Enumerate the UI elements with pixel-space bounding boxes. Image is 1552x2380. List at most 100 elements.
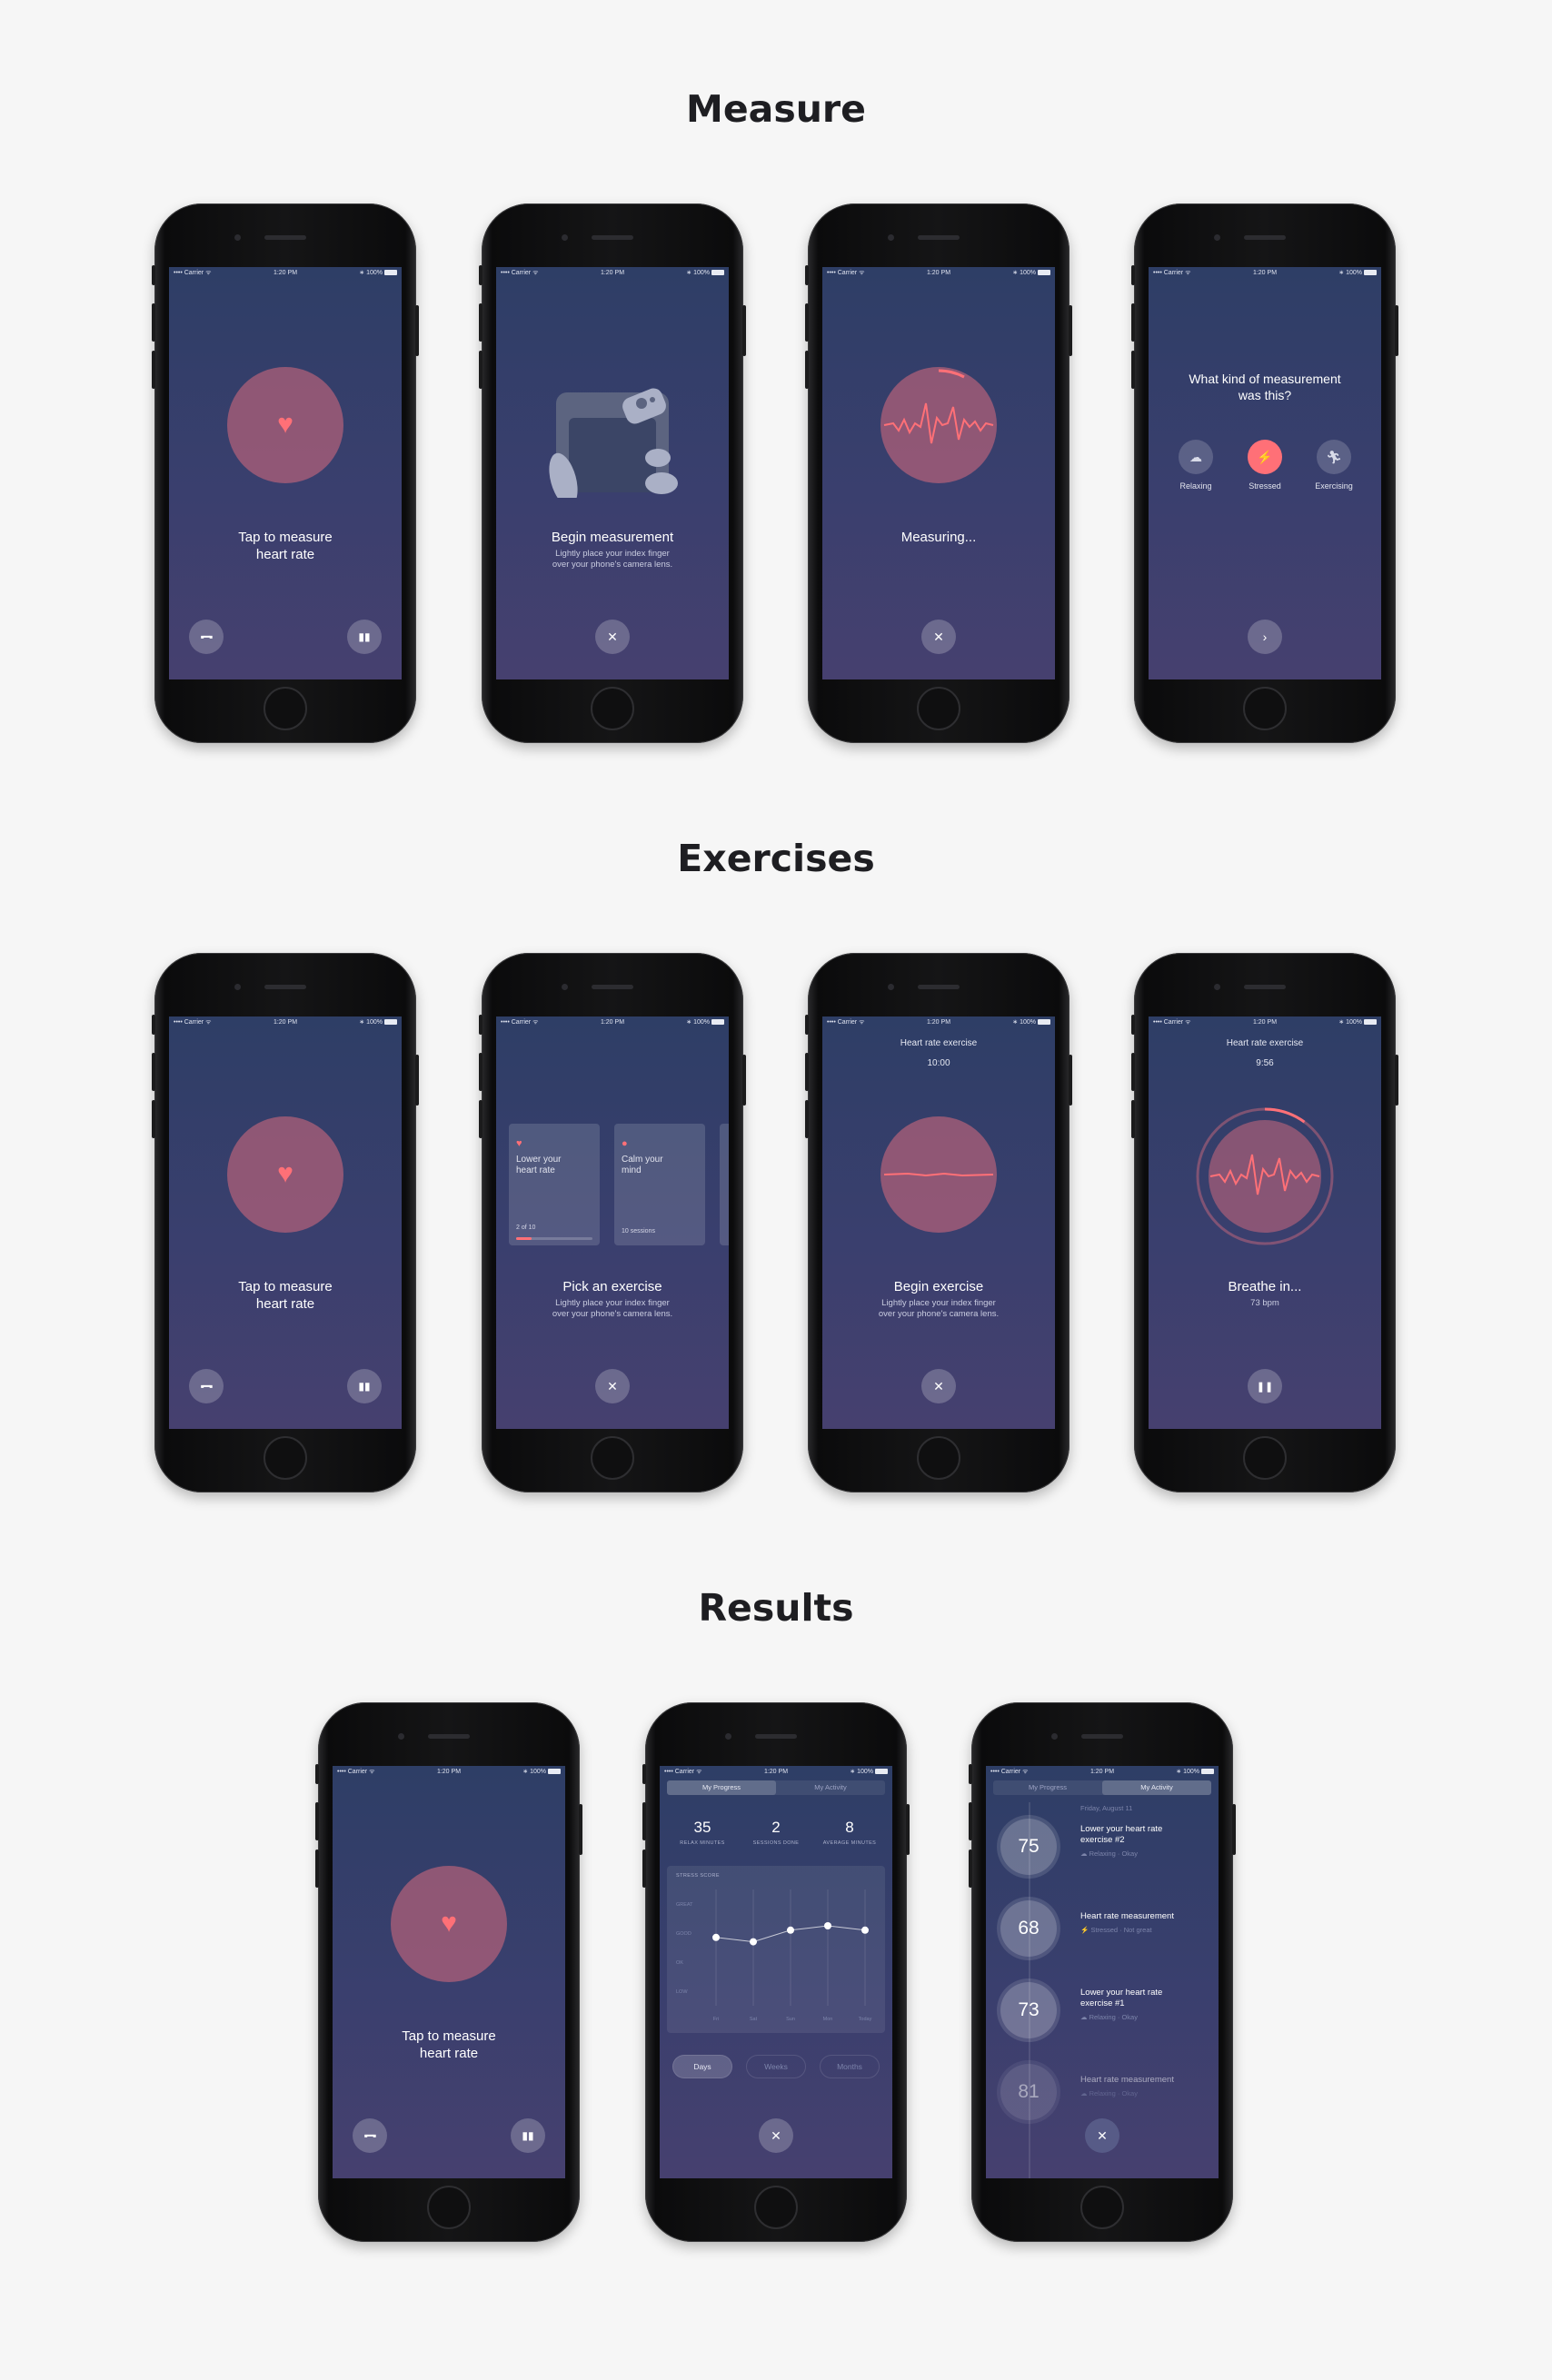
relax-icon: ☁ (1080, 2013, 1089, 2021)
dumbbell-icon: ▪━▪ (200, 1380, 214, 1393)
head-icon: ● (622, 1138, 628, 1149)
speaker (1244, 985, 1286, 989)
results-button[interactable]: ▮▮ (347, 1369, 382, 1403)
screen: •••• Carrier ᯤ 1:20 PM ∗ 100% What kind of… (1149, 267, 1381, 679)
dumbbell-icon: ▪━▪ (363, 2129, 377, 2142)
home-button[interactable] (264, 687, 307, 730)
next-button[interactable]: › (1248, 620, 1282, 654)
screen: •••• Carrier ᯤ 1:20 PM ∗ 100% ♥ Lower your… (496, 1016, 729, 1429)
home-button[interactable] (591, 687, 634, 730)
status-bar: •••• Carrier ᯤ 1:20 PM ∗ 100% (822, 267, 1055, 278)
close-button[interactable]: ✕ (921, 620, 956, 654)
home-button[interactable] (917, 687, 960, 730)
home-button[interactable] (1080, 2186, 1124, 2229)
speaker (264, 985, 306, 989)
period-days[interactable]: Days (672, 2055, 732, 2078)
phone-results-progress: •••• Carrier ᯤ 1:20 PM ∗ 100% My Progress … (642, 1702, 910, 2242)
tab-my-activity[interactable]: My Activity (776, 1780, 885, 1795)
exercises-button[interactable]: ▪━▪ (189, 620, 224, 654)
close-button[interactable]: ✕ (921, 1369, 956, 1403)
bpm-readout: 73 bpm (1250, 1298, 1279, 1308)
stressed-icon: ⚡ (1248, 440, 1282, 474)
results-button[interactable]: ▮▮ (511, 2118, 545, 2153)
x-tick-label: Sun (786, 2017, 795, 2022)
phone-measure-begin: •••• Carrier ᯤ 1:20 PM ∗ 100% Begin measur… (479, 203, 746, 743)
y-tick-label: OK (676, 1960, 683, 1966)
front-camera (562, 234, 568, 241)
exercises-button[interactable]: ▪━▪ (189, 1369, 224, 1403)
speaker (592, 985, 633, 989)
home-button[interactable] (264, 1436, 307, 1480)
speaker (918, 985, 960, 989)
tab-my-activity[interactable]: My Activity (1102, 1780, 1211, 1795)
status-bar: •••• Carrier ᯤ 1:20 PM ∗ 100% (496, 267, 729, 278)
kind-option-exercising[interactable]: 🏃︎ Exercising (1307, 440, 1361, 491)
activity-item[interactable]: 73 Lower your heart rate exercise #1 ☁ R… (1000, 1982, 1204, 2051)
phone-exercises-breathe: •••• Carrier ᯤ 1:20 PM ∗ 100% Heart rate e… (1131, 953, 1398, 1492)
section-title-results: Results (698, 1586, 854, 1630)
heart-icon: ♥ (277, 409, 293, 440)
measure-heart-button[interactable]: ♥ (227, 367, 343, 483)
activity-item[interactable]: 68 Heart rate measurement ⚡ Stressed · N… (1000, 1900, 1204, 1969)
home-button[interactable] (1243, 1436, 1287, 1480)
begin-title: Begin measurement (551, 530, 674, 545)
stress-point[interactable] (712, 1933, 720, 1941)
exercises-button[interactable]: ▪━▪ (353, 2118, 387, 2153)
screen: •••• Carrier ᯤ 1:20 PM ∗ 100% ♥ Tap to mea… (333, 1766, 565, 2178)
home-button[interactable] (754, 2186, 798, 2229)
relax-icon: ☁ (1080, 2089, 1089, 2097)
exercise-timer: 10:00 (927, 1058, 950, 1068)
stress-point[interactable] (787, 1926, 794, 1934)
measure-heart-button[interactable]: ♥ (391, 1866, 507, 1982)
close-icon: ✕ (607, 1378, 618, 1393)
y-tick-label: GOOD (676, 1931, 691, 1937)
begin-subtitle: Lightly place your index finger over you… (552, 549, 673, 570)
phone-measure-home: •••• Carrier ᯤ 1:20 PM ∗ 100% ♥ Tap to mea… (152, 203, 419, 743)
close-icon: ✕ (771, 2127, 781, 2143)
tab-my-progress[interactable]: My Progress (993, 1780, 1102, 1795)
home-button[interactable] (591, 1436, 634, 1480)
kind-option-relaxing[interactable]: ☁ Relaxing (1169, 440, 1223, 491)
stress-score-chart: GREAT GOOD OK LOW Fri Sat Sun Mon Today (676, 1889, 872, 2022)
exercise-header: Heart rate exercise (900, 1038, 978, 1048)
stress-point[interactable] (861, 1926, 869, 1934)
exercise-card-heart-rate[interactable]: ♥ Lower your heart rate 2 of 10 (509, 1124, 600, 1245)
activity-item[interactable]: 75 Lower your heart rate exercise #2 ☁ R… (1000, 1819, 1204, 1888)
phone-measure-kind: •••• Carrier ᯤ 1:20 PM ∗ 100% What kind of… (1131, 203, 1398, 743)
home-button[interactable] (917, 1436, 960, 1480)
home-button[interactable] (1243, 687, 1287, 730)
stress-point[interactable] (750, 1938, 757, 1946)
pause-icon: ❚❚ (1256, 1381, 1274, 1393)
stress-chart-card: STRESS SCORE GREAT GOOD OK LOW Fri Sat Sun Mon T… (667, 1866, 885, 2033)
period-weeks[interactable]: Weeks (746, 2055, 806, 2078)
stress-point[interactable] (824, 1922, 831, 1929)
exercise-card-calm-mind[interactable]: ● Calm your mind 10 sessions (614, 1124, 705, 1245)
kind-question: What kind of measurement was this? (1189, 372, 1341, 402)
tab-my-progress[interactable]: My Progress (667, 1780, 776, 1795)
status-bar: •••• Carrier ᯤ 1:20 PM ∗ 100% (169, 1016, 402, 1027)
close-icon: ✕ (933, 1378, 944, 1393)
exercise-card-next[interactable] (720, 1124, 729, 1245)
close-button[interactable]: ✕ (759, 2118, 793, 2153)
close-button[interactable]: ✕ (595, 1369, 630, 1403)
screen: •••• Carrier ᯤ 1:20 PM ∗ 100% Begin measur… (496, 267, 729, 679)
exercise-timer: 9:56 (1256, 1058, 1274, 1068)
front-camera (398, 1733, 404, 1740)
tap-caption: Tap to measure heart rate (238, 530, 333, 562)
close-button[interactable]: ✕ (595, 620, 630, 654)
results-button[interactable]: ▮▮ (347, 620, 382, 654)
stat-relax-minutes: 35 RELAX MINUTES (680, 1819, 725, 1846)
stat-sessions-done: 2 SESSIONS DONE (752, 1819, 800, 1846)
y-tick-label: LOW (676, 1989, 688, 1995)
front-camera (888, 984, 894, 990)
kind-option-stressed[interactable]: ⚡ Stressed (1238, 440, 1292, 491)
activity-date: Friday, August 11 (1080, 1804, 1133, 1812)
x-tick-label: Sat (750, 2017, 758, 2022)
close-button[interactable]: ✕ (1085, 2118, 1119, 2153)
pause-button[interactable]: ❚❚ (1248, 1369, 1282, 1403)
home-button[interactable] (427, 2186, 471, 2229)
speaker (755, 1734, 797, 1739)
measure-heart-button[interactable]: ♥ (227, 1116, 343, 1233)
pick-title: Pick an exercise (562, 1279, 662, 1294)
period-months[interactable]: Months (820, 2055, 880, 2078)
